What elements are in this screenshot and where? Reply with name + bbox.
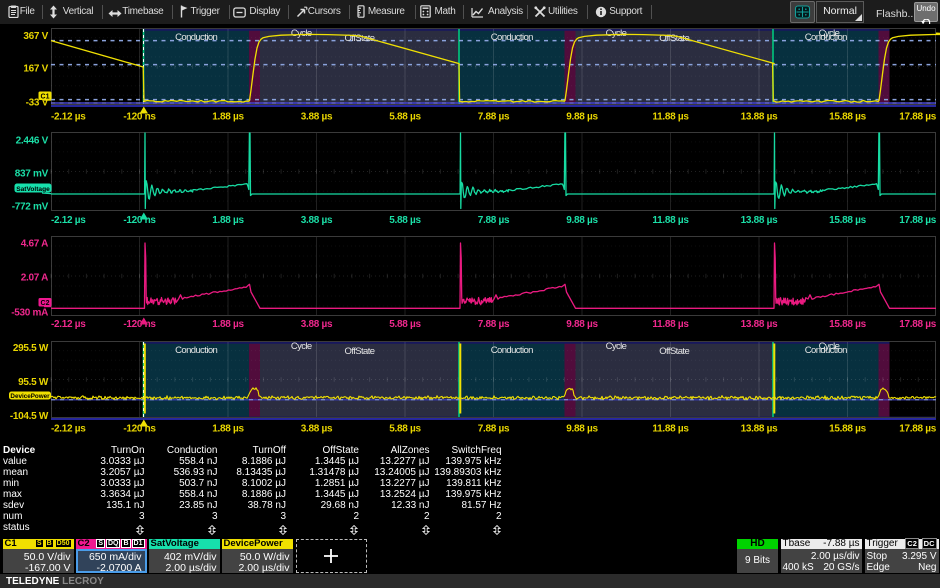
svg-text:1.88 µs: 1.88 µs — [212, 424, 244, 435]
svg-text:3.88 µs: 3.88 µs — [301, 215, 333, 226]
svg-text:15.88 µs: 15.88 µs — [829, 215, 866, 226]
svg-text:Cycle: Cycle — [606, 341, 627, 352]
svg-text:Cycle: Cycle — [606, 28, 627, 39]
svg-text:4.67 A: 4.67 A — [21, 239, 48, 250]
svg-text:9.88 µs: 9.88 µs — [566, 215, 598, 226]
svg-text:95.5 W: 95.5 W — [18, 377, 49, 388]
svg-text:Cycle: Cycle — [819, 28, 840, 39]
svg-text:17.88 µs: 17.88 µs — [899, 424, 936, 435]
svg-text:-772 mV: -772 mV — [12, 202, 49, 213]
svg-text:Cycle: Cycle — [291, 28, 312, 39]
svg-text:Conduction: Conduction — [175, 345, 217, 356]
svg-text:-2.12 µs: -2.12 µs — [51, 424, 86, 435]
svg-text:3.88 µs: 3.88 µs — [301, 424, 333, 435]
svg-text:11.88 µs: 11.88 µs — [652, 112, 689, 123]
svg-text:5.88 µs: 5.88 µs — [389, 215, 421, 226]
svg-text:9.88 µs: 9.88 µs — [566, 112, 598, 123]
svg-text:167 V: 167 V — [23, 64, 48, 75]
svg-text:17.88 µs: 17.88 µs — [899, 215, 936, 226]
svg-text:SatVoltage: SatVoltage — [16, 186, 50, 193]
svg-text:-120 ns: -120 ns — [123, 424, 156, 435]
svg-text:-104.5 W: -104.5 W — [10, 411, 49, 422]
svg-text:-2.12 µs: -2.12 µs — [51, 319, 86, 330]
svg-text:3.88 µs: 3.88 µs — [301, 319, 333, 330]
svg-text:295.5 W: 295.5 W — [13, 343, 49, 354]
svg-text:OffState: OffState — [345, 346, 375, 357]
svg-text:13.88 µs: 13.88 µs — [741, 112, 778, 123]
svg-text:OffState: OffState — [659, 346, 689, 357]
svg-text:2.07 A: 2.07 A — [21, 273, 48, 284]
svg-text:15.88 µs: 15.88 µs — [829, 424, 866, 435]
svg-text:17.88 µs: 17.88 µs — [899, 112, 936, 123]
svg-text:837 mV: 837 mV — [15, 169, 49, 180]
svg-text:Conduction: Conduction — [175, 32, 217, 43]
svg-text:11.88 µs: 11.88 µs — [652, 319, 689, 330]
svg-text:5.88 µs: 5.88 µs — [389, 319, 421, 330]
svg-text:5.88 µs: 5.88 µs — [389, 112, 421, 123]
svg-text:13.88 µs: 13.88 µs — [741, 424, 778, 435]
svg-text:-530 mA: -530 mA — [11, 308, 48, 319]
svg-text:7.88 µs: 7.88 µs — [478, 424, 510, 435]
svg-text:5.88 µs: 5.88 µs — [389, 424, 421, 435]
svg-text:7.88 µs: 7.88 µs — [478, 319, 510, 330]
svg-text:15.88 µs: 15.88 µs — [829, 319, 866, 330]
svg-text:13.88 µs: 13.88 µs — [741, 215, 778, 226]
svg-text:9.88 µs: 9.88 µs — [566, 424, 598, 435]
svg-text:-120 ns: -120 ns — [123, 215, 156, 226]
svg-text:Conduction: Conduction — [491, 345, 533, 356]
svg-text:11.88 µs: 11.88 µs — [652, 215, 689, 226]
svg-text:11.88 µs: 11.88 µs — [652, 424, 689, 435]
svg-text:367 V: 367 V — [23, 31, 48, 42]
svg-text:2.446 V: 2.446 V — [16, 136, 49, 147]
svg-text:17.88 µs: 17.88 µs — [899, 319, 936, 330]
svg-text:15.88 µs: 15.88 µs — [829, 112, 866, 123]
svg-text:Conduction: Conduction — [491, 32, 533, 43]
svg-text:3.88 µs: 3.88 µs — [301, 112, 333, 123]
svg-text:13.88 µs: 13.88 µs — [741, 319, 778, 330]
svg-text:-2.12 µs: -2.12 µs — [51, 112, 86, 123]
svg-text:Cycle: Cycle — [819, 341, 840, 352]
svg-text:1.88 µs: 1.88 µs — [212, 319, 244, 330]
svg-text:7.88 µs: 7.88 µs — [478, 112, 510, 123]
svg-text:-2.12 µs: -2.12 µs — [51, 215, 86, 226]
svg-text:1.88 µs: 1.88 µs — [212, 215, 244, 226]
svg-text:DevicePower: DevicePower — [10, 393, 50, 400]
svg-text:9.88 µs: 9.88 µs — [566, 319, 598, 330]
svg-text:1.88 µs: 1.88 µs — [212, 112, 244, 123]
svg-text:7.88 µs: 7.88 µs — [478, 215, 510, 226]
svg-text:Cycle: Cycle — [291, 341, 312, 352]
